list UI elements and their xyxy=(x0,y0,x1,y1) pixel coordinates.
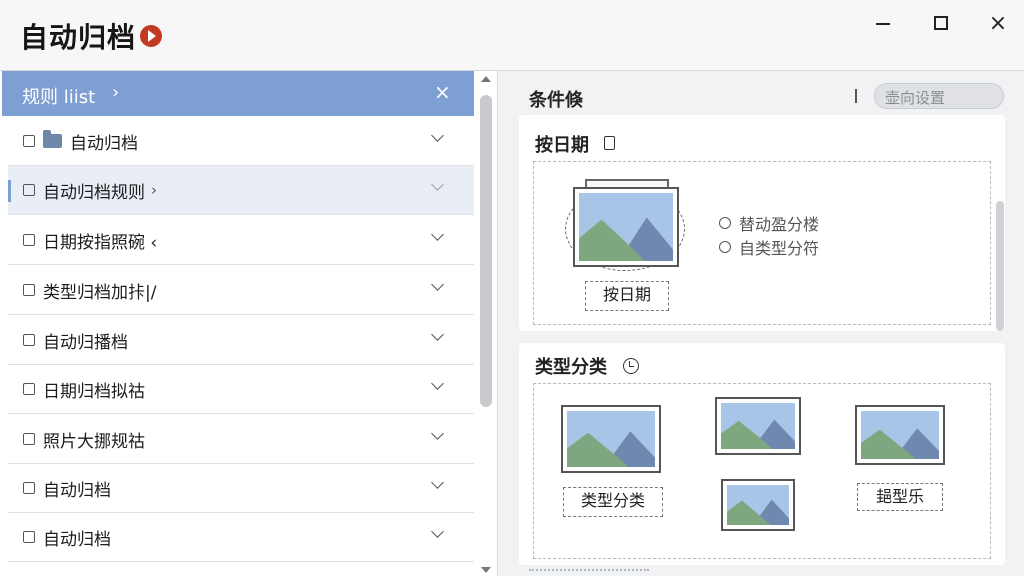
date-option-label: 自类型分符 xyxy=(739,239,820,258)
close-icon: × xyxy=(988,10,1008,36)
chevron-down-icon[interactable] xyxy=(431,279,445,293)
date-image-label: 按日期 xyxy=(585,281,669,311)
rule-item-3[interactable]: 类型归档加拤|/ xyxy=(8,266,474,315)
settings-button[interactable]: 壶向设置 xyxy=(874,83,1004,109)
image-icon xyxy=(573,187,679,267)
checkbox[interactable] xyxy=(23,531,35,543)
type-image-label: 郌型乐 xyxy=(857,483,943,511)
date-option-0[interactable]: 替动盈分楼 xyxy=(719,211,819,235)
scrollbar-thumb[interactable] xyxy=(480,95,492,407)
chevron-right-icon: › xyxy=(151,181,157,199)
list-scrollbar[interactable] xyxy=(477,73,495,576)
rule-list-title: 规则 liist xyxy=(22,87,96,108)
rule-item-label: 自动归档 xyxy=(43,529,111,550)
date-option-1[interactable]: 自类型分符 xyxy=(719,235,819,259)
divider xyxy=(855,89,857,103)
rule-item-2[interactable]: 日期按指照碗 ‹ xyxy=(8,216,474,265)
more-content-hint xyxy=(529,569,649,576)
conditions-title: 条件倏 xyxy=(529,90,583,111)
radio-icon xyxy=(719,241,731,253)
conditions-panel: 条件倏 壶向设置 按日期 按日期 替动盈分楼 自类型分符 类型分类 类型分类 郌… xyxy=(499,70,1024,576)
rule-item-1[interactable]: 自动归档规则 › xyxy=(8,166,474,215)
rule-item-label: 自动归档 xyxy=(43,480,111,501)
conditions-scrollbar-thumb[interactable] xyxy=(996,201,1004,331)
date-condition-card: 按日期 按日期 替动盈分楼 自类型分符 xyxy=(519,115,1005,331)
checkbox[interactable] xyxy=(23,334,35,346)
chevron-right-icon: › xyxy=(112,82,120,103)
image-icon xyxy=(721,479,795,531)
date-option-label: 替动盈分楼 xyxy=(739,215,820,234)
rule-item-label: 照片大挪规祜 xyxy=(43,431,145,452)
scroll-up-icon[interactable] xyxy=(481,76,491,82)
app-title: 自动归档 xyxy=(20,21,137,54)
chevron-down-icon[interactable] xyxy=(431,179,445,193)
image-icon xyxy=(855,405,945,465)
maximize-icon xyxy=(934,16,948,30)
chevron-down-icon[interactable] xyxy=(431,229,445,243)
rule-item-label: 类型归档加拤|/ xyxy=(43,282,157,303)
title-bar: 自动归档 × xyxy=(0,0,1024,70)
image-icon xyxy=(715,397,801,455)
rule-item-label: 自动归档规则 xyxy=(43,182,145,203)
rule-list-panel: 规则 liist › × 自动归档 自动归档规则 › 日期按指照碗 ‹ 类型归档… xyxy=(0,70,498,576)
rule-item-0[interactable]: 自动归档 xyxy=(8,117,474,166)
checkbox[interactable] xyxy=(23,433,35,445)
rule-item-label: 自动归播档 xyxy=(43,332,128,353)
rule-list-header[interactable]: 规则 liist › × xyxy=(2,71,474,116)
chevron-down-icon[interactable] xyxy=(431,130,445,144)
rule-item-5[interactable]: 日期归档拟祜 xyxy=(8,365,474,414)
checkbox[interactable] xyxy=(23,284,35,296)
minimize-button[interactable] xyxy=(868,8,898,38)
play-logo-icon xyxy=(140,25,162,47)
rule-item-label: 自动归档 xyxy=(70,133,138,154)
checkbox[interactable] xyxy=(23,482,35,494)
chevron-down-icon[interactable] xyxy=(431,428,445,442)
scroll-down-icon[interactable] xyxy=(481,567,491,573)
clock-icon xyxy=(623,358,639,374)
close-button[interactable]: × xyxy=(983,8,1013,38)
maximize-button[interactable] xyxy=(926,8,956,38)
rule-item-label: 日期按指照碗 ‹ xyxy=(43,232,158,253)
chevron-down-icon[interactable] xyxy=(431,329,445,343)
rule-item-4[interactable]: 自动归播档 xyxy=(8,316,474,365)
rule-item-6[interactable]: 照片大挪规祜 xyxy=(8,415,474,464)
rule-item-label: 日期归档拟祜 xyxy=(43,381,145,402)
image-icon xyxy=(561,405,661,473)
rule-item-7[interactable]: 自动归档 xyxy=(8,464,474,513)
chevron-down-icon[interactable] xyxy=(431,378,445,392)
checkbox[interactable] xyxy=(23,184,35,196)
folder-icon xyxy=(43,130,62,148)
minimize-icon xyxy=(876,23,890,25)
radio-icon xyxy=(719,217,731,229)
type-image-label: 类型分类 xyxy=(563,487,663,517)
checkbox[interactable] xyxy=(23,383,35,395)
checkbox[interactable] xyxy=(23,234,35,246)
chevron-down-icon[interactable] xyxy=(431,477,445,491)
chevron-down-icon[interactable] xyxy=(431,526,445,540)
document-icon xyxy=(604,136,615,150)
close-list-icon[interactable]: × xyxy=(434,80,451,104)
rule-item-8[interactable]: 自动归档 xyxy=(8,513,474,562)
type-section-title: 类型分类 xyxy=(535,357,607,378)
date-section-title: 按日期 xyxy=(535,135,589,156)
document-icon xyxy=(23,135,35,147)
type-condition-card: 类型分类 类型分类 郌型乐 xyxy=(519,343,1005,565)
